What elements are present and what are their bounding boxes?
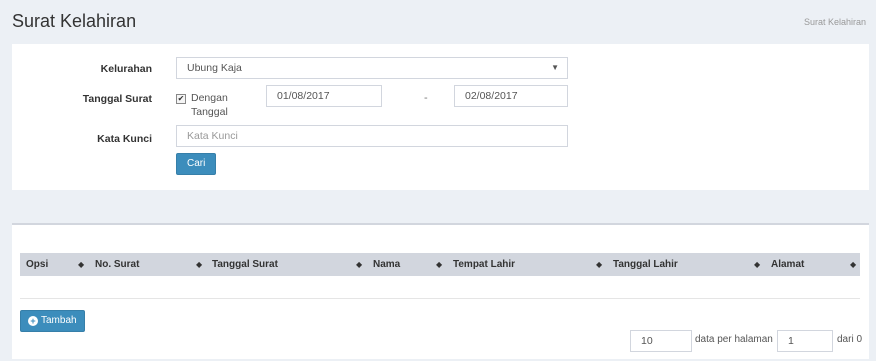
col-tanggal-lahir[interactable]: Tanggal Lahir [613,253,678,276]
sort-icon[interactable]: ◆ [436,253,442,276]
dengan-tanggal-label: Dengan Tanggal [191,92,228,118]
col-no-surat[interactable]: No. Surat [95,253,139,276]
kelurahan-select[interactable]: Ubung Kaja ▼ [176,57,568,79]
table-panel: Opsi ◆ No. Surat ◆ Tanggal Surat ◆ Nama … [12,223,869,359]
breadcrumb[interactable]: Surat Kelahiran [804,17,866,27]
search-button[interactable]: Cari [176,153,217,175]
kata-kunci-label: Kata Kunci [97,133,152,145]
table-header: Opsi ◆ No. Surat ◆ Tanggal Surat ◆ Nama … [20,253,860,276]
sort-icon[interactable]: ◆ [356,253,362,276]
sort-icon[interactable]: ◆ [850,253,856,276]
kelurahan-value: Ubung Kaja [187,62,242,74]
date-to-input[interactable]: 02/08/2017 [454,85,568,107]
tanggal-surat-label: Tanggal Surat [82,93,152,105]
plus-circle-icon: + [28,316,38,326]
page-input[interactable]: 1 [777,330,833,352]
col-tempat-lahir[interactable]: Tempat Lahir [453,253,515,276]
per-page-label: data per halaman [695,334,773,345]
search-panel: Kelurahan Ubung Kaja ▼ Tanggal Surat ✔ D… [12,44,869,190]
col-alamat[interactable]: Alamat [771,253,804,276]
keyword-input[interactable]: Kata Kunci [176,125,568,147]
add-button[interactable]: + Tambah [20,310,85,332]
chevron-down-icon: ▼ [551,63,559,72]
col-tanggal-surat[interactable]: Tanggal Surat [212,253,278,276]
kelurahan-label: Kelurahan [100,63,152,75]
per-page-input[interactable]: 10 [630,330,692,352]
sort-icon[interactable]: ◆ [196,253,202,276]
sort-icon[interactable]: ◆ [596,253,602,276]
page-title: Surat Kelahiran [12,11,137,31]
date-from-input[interactable]: 01/08/2017 [266,85,382,107]
date-separator: - [424,92,428,104]
dengan-tanggal-checkbox[interactable]: ✔ [176,94,186,104]
sort-icon[interactable]: ◆ [754,253,760,276]
col-nama[interactable]: Nama [373,253,400,276]
add-button-label: Tambah [41,315,77,326]
page-count-label: dari 0 [837,334,863,345]
sort-icon[interactable]: ◆ [78,253,84,276]
col-opsi[interactable]: Opsi [26,253,48,276]
table-divider [20,298,860,299]
